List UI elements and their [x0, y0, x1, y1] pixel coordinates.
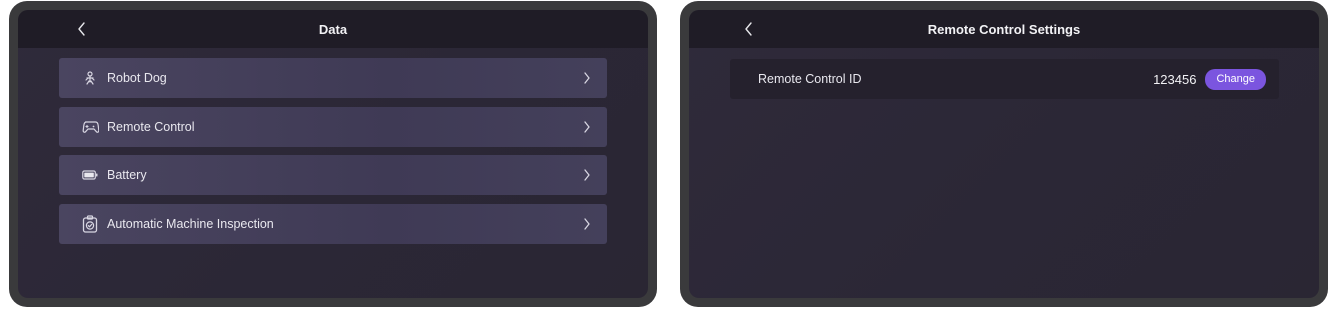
- remote-control-settings-screen: Remote Control Settings Remote Control I…: [689, 10, 1319, 298]
- page-title: Remote Control Settings: [927, 21, 1081, 37]
- stage: Data Robot Dog Remote Control Battery Au…: [0, 0, 1340, 311]
- remote-control-id-row: Remote Control ID 123456 Change: [730, 59, 1279, 99]
- chevron-right-icon: [581, 217, 593, 231]
- data-screen: Data Robot Dog Remote Control Battery Au…: [18, 10, 648, 298]
- header: Remote Control Settings: [689, 10, 1319, 48]
- robot-dog-icon: [81, 69, 99, 87]
- change-button[interactable]: Change: [1205, 68, 1266, 90]
- menu-item-remote-control[interactable]: Remote Control: [59, 106, 607, 147]
- chevron-left-icon: [745, 22, 752, 36]
- menu-item-battery[interactable]: Battery: [59, 155, 607, 195]
- setting-label: Remote Control ID: [758, 72, 862, 86]
- header: Data: [18, 10, 648, 48]
- menu-item-label: Automatic Machine Inspection: [107, 216, 274, 231]
- menu-item-label: Robot Dog: [107, 71, 167, 85]
- menu-item-automatic-machine-inspection[interactable]: Automatic Machine Inspection: [59, 203, 607, 244]
- back-button[interactable]: [737, 10, 761, 48]
- remote-control-id-value: 123456: [1153, 71, 1197, 87]
- menu-item-label: Battery: [107, 168, 147, 182]
- data-menu-list: Robot Dog Remote Control Battery Automat…: [59, 58, 607, 252]
- back-button[interactable]: [70, 10, 94, 48]
- menu-item-label: Remote Control: [107, 119, 195, 134]
- inspection-icon: [81, 214, 99, 233]
- gamepad-icon: [81, 118, 99, 136]
- tablet-frame-data: Data Robot Dog Remote Control Battery Au…: [9, 1, 657, 307]
- chevron-right-icon: [581, 168, 593, 182]
- page-title: Data: [318, 21, 348, 37]
- menu-item-robot-dog[interactable]: Robot Dog: [59, 58, 607, 98]
- tablet-frame-remote-control-settings: Remote Control Settings Remote Control I…: [680, 1, 1328, 307]
- chevron-left-icon: [78, 22, 85, 36]
- chevron-right-icon: [581, 71, 593, 85]
- chevron-right-icon: [581, 120, 593, 134]
- battery-icon: [81, 166, 99, 184]
